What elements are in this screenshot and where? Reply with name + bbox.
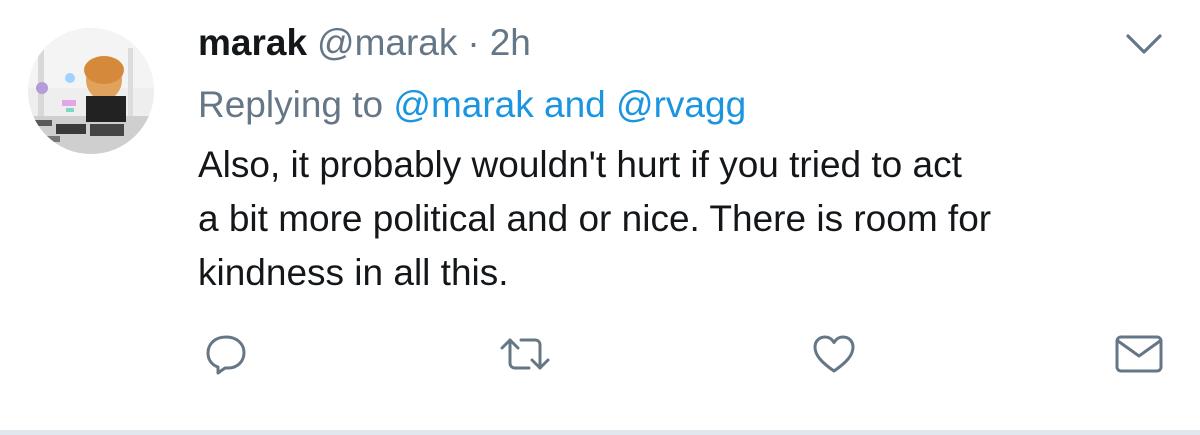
retweet-button[interactable] bbox=[497, 330, 550, 378]
display-name[interactable]: marak bbox=[198, 22, 307, 64]
user-handle[interactable]: @marak bbox=[317, 22, 457, 64]
timestamp[interactable]: 2h bbox=[490, 22, 531, 64]
tweet-header: marak @marak · 2h bbox=[198, 22, 531, 72]
avatar[interactable] bbox=[28, 28, 154, 154]
envelope-icon bbox=[1115, 335, 1163, 373]
divider bbox=[0, 430, 1200, 435]
direct-message-button[interactable] bbox=[1113, 330, 1163, 378]
tweet-text-line: kindness in all this. bbox=[198, 252, 509, 293]
heart-icon bbox=[813, 335, 855, 373]
chevron-down-icon[interactable] bbox=[1124, 30, 1164, 60]
replying-to: Replying to @marak and @rvagg bbox=[198, 84, 746, 126]
tweet-text-line: a bit more political and or nice. There … bbox=[198, 198, 992, 239]
tweet-text: Also, it probably wouldn't hurt if you t… bbox=[198, 138, 1178, 300]
separator-dot: · bbox=[467, 22, 480, 63]
like-button[interactable] bbox=[810, 330, 858, 378]
avatar-image bbox=[28, 28, 154, 154]
reply-mention-marak[interactable]: @marak bbox=[393, 84, 533, 125]
reply-mention-rvagg[interactable]: @rvagg bbox=[616, 84, 746, 125]
reply-button[interactable] bbox=[202, 330, 250, 378]
speech-bubble-icon bbox=[206, 335, 246, 375]
tweet-text-line: Also, it probably wouldn't hurt if you t… bbox=[198, 144, 962, 185]
retweet-icon bbox=[500, 338, 550, 370]
reply-conjunction: and bbox=[544, 84, 606, 125]
replying-prefix: Replying to bbox=[198, 84, 384, 125]
tweet-card[interactable]: marak @marak · 2h Replying to @marak and… bbox=[0, 0, 1200, 432]
